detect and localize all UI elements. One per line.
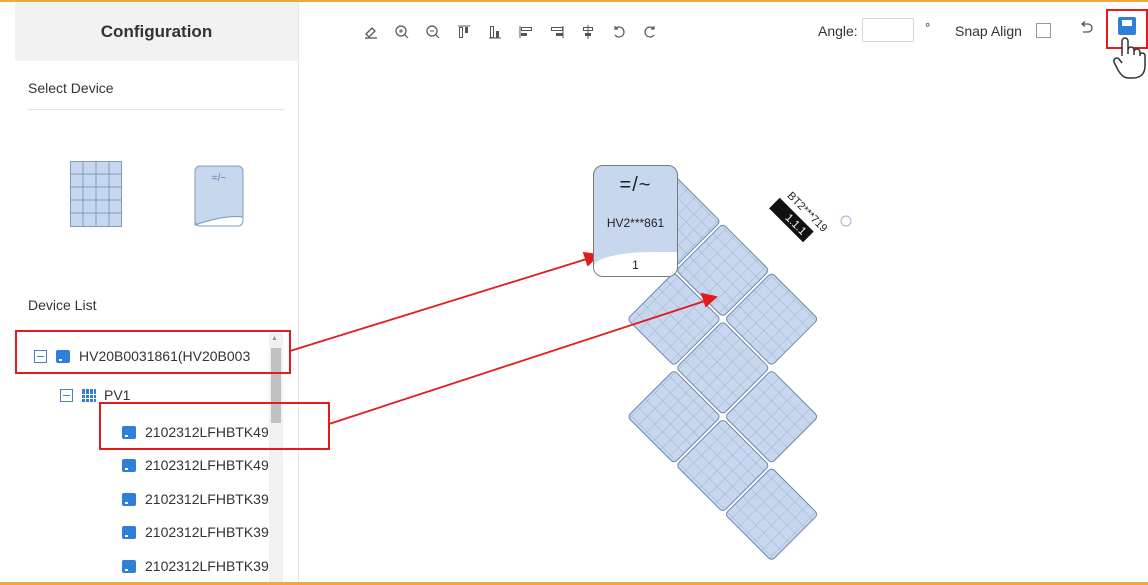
inverter-card[interactable]: =/~ HV2***861 1 bbox=[593, 165, 678, 277]
inverter-number: 1 bbox=[632, 258, 639, 272]
inverter-symbol-icon: =/~ bbox=[619, 174, 652, 196]
panel-handle-icon bbox=[840, 215, 852, 227]
pv-array[interactable] bbox=[530, 175, 916, 561]
pv-panel-label-group: BT2***719 1.1.1 bbox=[769, 190, 829, 243]
inverter-name: HV2***861 bbox=[606, 216, 665, 230]
highlight-box bbox=[99, 402, 330, 450]
highlight-box bbox=[15, 330, 291, 374]
layout-canvas[interactable]: BT2***719 1.1.1 bbox=[0, 0, 1148, 585]
